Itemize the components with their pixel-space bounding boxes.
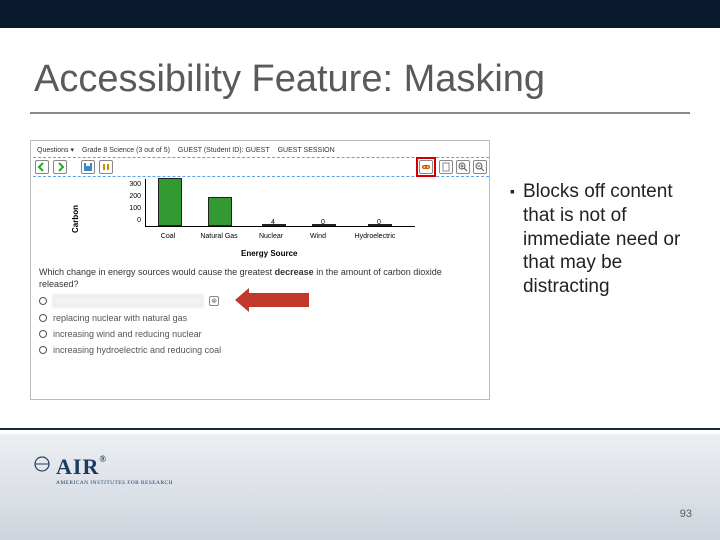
logo-letters: AIR xyxy=(56,454,99,480)
cat-natural-gas: Natural Gas xyxy=(197,233,241,240)
bar-natural-gas xyxy=(208,197,232,226)
bullet-text: Blocks off content that is not of immedi… xyxy=(523,180,700,299)
radio-icon[interactable] xyxy=(39,297,47,305)
question-pre: Which change in energy sources would cau… xyxy=(39,267,275,277)
top-bar xyxy=(0,0,720,28)
chart-yticks: 300 200 100 0 xyxy=(121,179,141,227)
title-underline xyxy=(30,112,690,114)
breadcrumb-questions[interactable]: Questions ▾ xyxy=(37,146,74,154)
logo-subtitle: AMERICAN INSTITUTES FOR RESEARCH xyxy=(56,480,173,486)
val-nuclear: 4 xyxy=(261,219,285,226)
chart-ylabel: Carbon xyxy=(71,205,80,233)
cat-hydroelectric: Hydroelectric xyxy=(345,233,405,240)
next-button[interactable] xyxy=(53,160,67,174)
choice-c[interactable]: increasing wind and reducing nuclear xyxy=(39,329,483,339)
breadcrumb: Questions ▾ Grade 8 Science (3 out of 5)… xyxy=(33,143,489,157)
choice-d-label: increasing hydroelectric and reducing co… xyxy=(53,345,221,355)
page-number: 93 xyxy=(680,508,692,520)
val-hydro: 0 xyxy=(367,219,391,226)
radio-icon[interactable] xyxy=(39,330,47,338)
ytick-100: 100 xyxy=(121,203,141,215)
air-logo: AIR® AMERICAN INSTITUTES FOR RESEARCH xyxy=(32,454,173,486)
breadcrumb-session: GUEST SESSION xyxy=(278,147,335,154)
cat-nuclear: Nuclear xyxy=(251,233,291,240)
back-button[interactable] xyxy=(35,160,49,174)
notes-button[interactable] xyxy=(439,160,453,174)
footer-divider xyxy=(0,428,720,430)
masking-button[interactable] xyxy=(419,160,433,174)
pause-button[interactable] xyxy=(99,160,113,174)
choice-b[interactable]: replacing nuclear with natural gas xyxy=(39,313,483,323)
mask-close-icon[interactable]: ⊗ xyxy=(209,296,219,306)
cat-coal: Coal xyxy=(153,233,183,240)
radio-icon[interactable] xyxy=(39,314,47,322)
radio-icon[interactable] xyxy=(39,346,47,354)
chart-xlabel: Energy Source xyxy=(241,249,297,258)
logo-icon xyxy=(32,454,52,474)
mask-overlay[interactable] xyxy=(53,295,203,307)
question-emphasis: decrease xyxy=(275,267,314,277)
assessment-screenshot: Questions ▾ Grade 8 Science (3 out of 5)… xyxy=(30,140,490,400)
ytick-200: 200 xyxy=(121,191,141,203)
val-wind: 0 xyxy=(311,219,335,226)
choice-c-label: increasing wind and reducing nuclear xyxy=(53,329,202,339)
callout-arrow xyxy=(249,293,309,307)
bar-chart: 300 200 100 0 4 0 0 Coal Natural Gas Nuc… xyxy=(121,179,421,245)
save-button[interactable] xyxy=(81,160,95,174)
registered-icon: ® xyxy=(99,454,107,464)
ytick-0: 0 xyxy=(121,215,141,227)
breadcrumb-grade: Grade 8 Science (3 out of 5) xyxy=(82,147,170,154)
question-text: Which change in energy sources would cau… xyxy=(39,267,483,290)
bar-coal xyxy=(158,178,182,226)
toolbar xyxy=(33,157,489,177)
choice-b-label: replacing nuclear with natural gas xyxy=(53,313,187,323)
ytick-300: 300 xyxy=(121,179,141,191)
cat-wind: Wind xyxy=(303,233,333,240)
slide-title: Accessibility Feature: Masking xyxy=(34,58,545,101)
footer-band xyxy=(0,434,720,540)
breadcrumb-student: GUEST (Student ID): GUEST xyxy=(178,147,270,154)
choice-d[interactable]: increasing hydroelectric and reducing co… xyxy=(39,345,483,355)
masking-button-highlight xyxy=(416,157,436,177)
slide: Accessibility Feature: Masking Questions… xyxy=(0,0,720,540)
bullet-list: Blocks off content that is not of immedi… xyxy=(510,180,700,299)
zoom-in-button[interactable] xyxy=(456,160,470,174)
zoom-out-button[interactable] xyxy=(473,160,487,174)
